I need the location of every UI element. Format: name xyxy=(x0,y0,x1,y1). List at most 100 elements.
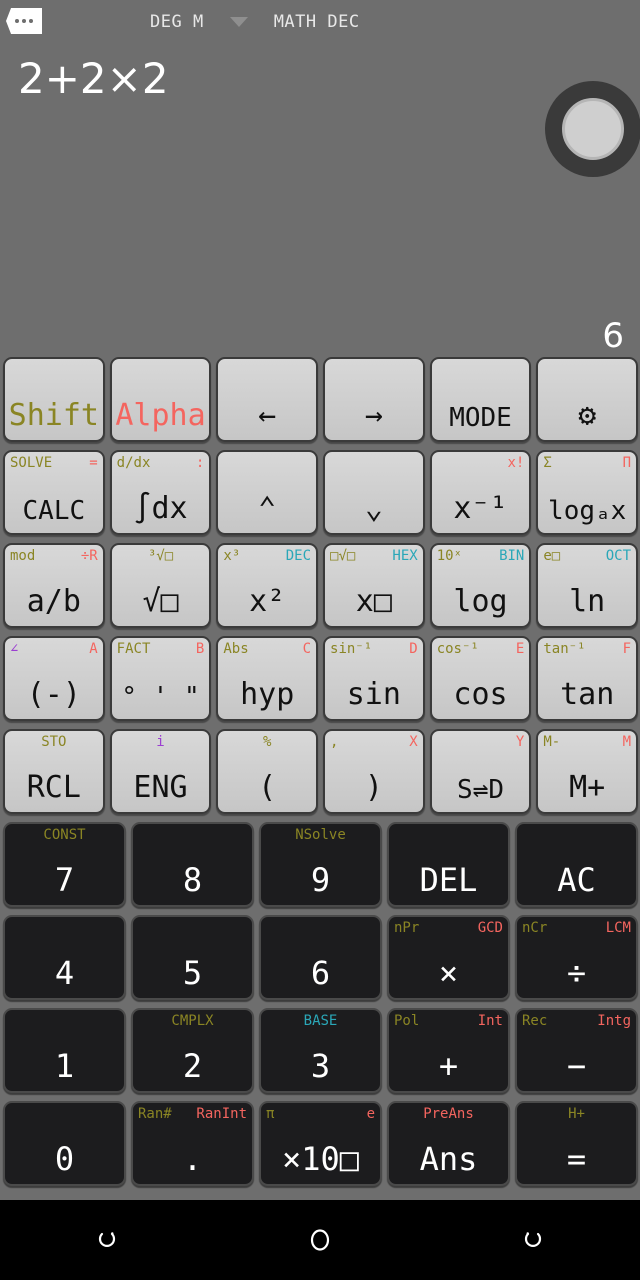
integral-key-alpha-label: : xyxy=(195,455,205,471)
power-key[interactable]: □√□ HEX x□ xyxy=(323,543,425,628)
open-paren-key[interactable]: %( xyxy=(216,729,319,814)
right-arrow-key[interactable]: → xyxy=(323,357,425,442)
back-nav-icon[interactable] xyxy=(77,1210,137,1270)
recall-key-secondary-label: STO xyxy=(41,734,67,750)
digit-0-key[interactable]: 0 xyxy=(3,1101,126,1186)
std-dec-toggle-key[interactable]: Y S⇌D xyxy=(429,729,532,814)
alpha-key[interactable]: Alpha xyxy=(109,357,212,442)
sin-key[interactable]: sin⁻¹ Dsin xyxy=(323,636,425,721)
tan-key[interactable]: tan⁻¹ Ftan xyxy=(536,636,639,721)
sqrt-key-label: √□ xyxy=(142,584,179,619)
inverse-key[interactable]: x! x⁻¹ xyxy=(429,450,532,535)
mode-key[interactable]: MODE xyxy=(429,357,532,442)
angle-mode-label: DEG M xyxy=(150,12,204,32)
recents-nav-icon[interactable] xyxy=(503,1210,563,1270)
divide-key[interactable]: nCr LCM ÷ xyxy=(515,915,638,1000)
exponent-key-shift-label: π xyxy=(266,1106,275,1122)
digit-4-key[interactable]: 4 xyxy=(3,915,126,1000)
digit-3-key-label: 3 xyxy=(310,1047,331,1085)
plus-key-label: + xyxy=(438,1047,459,1085)
hyp-key-alpha-label: C xyxy=(302,641,312,657)
sqrt-key[interactable]: ³√□ √□ xyxy=(109,543,212,628)
cos-key-shift-label: cos⁻¹ xyxy=(436,641,479,657)
exponent-key[interactable]: π e ×10□ xyxy=(259,1101,382,1186)
status-bar: DEG M MATH DEC xyxy=(0,0,640,40)
dms-key[interactable]: FACT B ° ' " xyxy=(109,636,212,721)
calc-key-shift-label: SOLVE xyxy=(10,455,53,471)
calc-key-alpha-label: = xyxy=(89,455,98,471)
digit-5-key[interactable]: 5 xyxy=(131,915,254,1000)
digit-3-key-secondary-label: BASE xyxy=(303,1013,338,1029)
minus-key-shift-label: Rec xyxy=(522,1013,548,1029)
negative-key[interactable]: ∠ A (-) xyxy=(3,636,105,721)
digit-3-key[interactable]: BASE 3 xyxy=(259,1008,382,1093)
left-arrow-key[interactable]: ← xyxy=(216,357,319,442)
down-arrow-key[interactable]: ⌄ xyxy=(323,450,425,535)
ln-key[interactable]: e□ OCT ln xyxy=(536,543,639,628)
calc-key[interactable]: SOLVE = CALC xyxy=(3,450,105,535)
up-arrow-key-label: ⌃ xyxy=(258,491,277,526)
keypad-row: STO RCL i ENG%(, X) Y S⇌D M- M M+ xyxy=(0,727,640,820)
integral-key[interactable]: d/dx: ∫dx xyxy=(109,450,212,535)
digit-5-key-label: 5 xyxy=(182,954,203,992)
fraction-key-shift-label: mod xyxy=(10,548,36,564)
digit-1-key-label: 1 xyxy=(54,1047,75,1085)
cos-key-label: cos xyxy=(453,677,508,712)
minus-key[interactable]: Rec Intg − xyxy=(515,1008,638,1093)
plus-key[interactable]: Pol Int + xyxy=(387,1008,510,1093)
power-key-alpha-label: HEX xyxy=(392,548,418,564)
divide-key-shift-label: nCr xyxy=(522,920,548,936)
tan-key-label: tan xyxy=(560,677,615,712)
digit-9-key-secondary-label: NSolve xyxy=(295,827,346,843)
digit-7-key-label: 7 xyxy=(54,861,75,899)
equals-key[interactable]: H+ = xyxy=(515,1101,638,1186)
rotary-dial-icon[interactable] xyxy=(545,81,640,177)
hyp-key-label: hyp xyxy=(240,677,295,712)
home-nav-icon[interactable] xyxy=(290,1210,350,1270)
delete-key[interactable]: DEL xyxy=(387,822,510,907)
digit-7-key[interactable]: CONST 7 xyxy=(3,822,126,907)
digit-6-key[interactable]: 6 xyxy=(259,915,382,1000)
more-dots-tag-icon[interactable] xyxy=(6,8,42,34)
sqrt-key-secondary-label: ³√□ xyxy=(147,548,174,564)
answer-key-secondary-label: PreAns xyxy=(423,1106,474,1122)
eng-key[interactable]: i ENG xyxy=(109,729,212,814)
log-base-key[interactable]: Σ Πlogₐx xyxy=(536,450,639,535)
digit-8-key[interactable]: 8 xyxy=(131,822,254,907)
cos-key[interactable]: cos⁻¹ Ecos xyxy=(429,636,532,721)
divide-key-label: ÷ xyxy=(566,954,587,992)
all-clear-key-label: AC xyxy=(557,861,596,899)
keypad-row: ∠ A (-) FACT B ° ' " Abs Chyp sin⁻¹ Dsin cos⁻¹ Ecos… xyxy=(0,634,640,727)
decimal-point-key[interactable]: Ran# RanInt. xyxy=(131,1101,254,1186)
minus-key-alpha-label: Intg xyxy=(597,1013,631,1029)
keypad-row: Shift Alpha ← → MODE ⚙ xyxy=(0,355,640,448)
square-key[interactable]: x³ DEC x² xyxy=(216,543,319,628)
hyp-key[interactable]: Abs Chyp xyxy=(216,636,319,721)
decimal-point-key-shift-label: Ran# xyxy=(138,1106,172,1122)
close-paren-key[interactable]: , X) xyxy=(323,729,425,814)
fraction-key[interactable]: mod ÷R a/b xyxy=(3,543,105,628)
digit-2-key-label: 2 xyxy=(182,1047,203,1085)
settings-key[interactable]: ⚙ xyxy=(536,357,639,442)
multiply-key[interactable]: nPr GCD × xyxy=(387,915,510,1000)
digit-9-key[interactable]: NSolve 9 xyxy=(259,822,382,907)
multiply-key-label: × xyxy=(438,954,459,992)
equals-key-secondary-label: H+ xyxy=(568,1106,585,1122)
digit-2-key[interactable]: CMPLX 2 xyxy=(131,1008,254,1093)
digit-1-key[interactable]: 1 xyxy=(3,1008,126,1093)
shift-key[interactable]: Shift xyxy=(3,357,105,442)
digit-8-key-label: 8 xyxy=(182,861,203,899)
calculator-display[interactable]: 2+2×2 6 xyxy=(0,40,640,356)
calc-key-label: CALC xyxy=(22,496,86,526)
up-arrow-key[interactable]: ⌃ xyxy=(216,450,319,535)
answer-key[interactable]: PreAns Ans xyxy=(387,1101,510,1186)
chevron-down-icon[interactable] xyxy=(229,17,248,27)
square-key-shift-label: x³ xyxy=(223,548,241,564)
tan-key-shift-label: tan⁻¹ xyxy=(543,641,586,657)
ln-key-alpha-label: OCT xyxy=(605,548,632,564)
log-key[interactable]: 10ˣ BIN log xyxy=(429,543,532,628)
all-clear-key[interactable]: AC xyxy=(515,822,638,907)
recall-key[interactable]: STO RCL xyxy=(3,729,105,814)
memory-plus-key[interactable]: M- M M+ xyxy=(536,729,639,814)
display-mode-label: MATH DEC xyxy=(273,12,360,32)
